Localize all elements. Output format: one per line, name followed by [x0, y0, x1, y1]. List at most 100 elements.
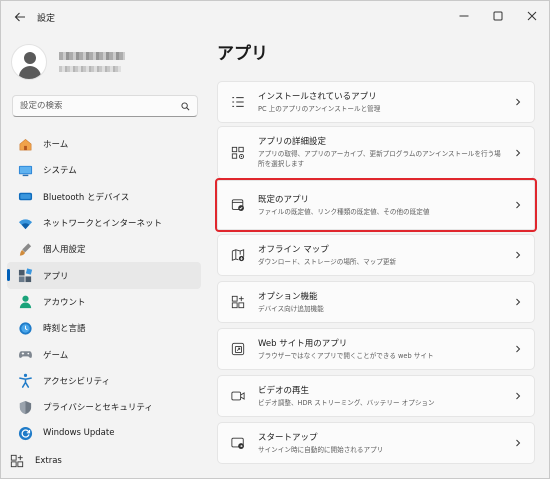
- search-icon: [181, 101, 190, 110]
- back-arrow-icon: [14, 12, 25, 22]
- card-optional-features[interactable]: オプション機能 デバイス向け追加機能: [217, 281, 535, 323]
- minimize-icon: [459, 15, 469, 17]
- chevron-right-icon: [506, 392, 530, 400]
- time-language-icon: [17, 320, 33, 336]
- installed-apps-icon: [230, 94, 246, 110]
- page-title: アプリ: [217, 44, 268, 64]
- card-default-apps[interactable]: 既定のアプリ ファイルの既定値、リンク種類の既定値、その他の既定値: [215, 178, 537, 232]
- chevron-right-icon: [506, 149, 530, 157]
- sidebar-item-privacy-security[interactable]: プライバシーとセキュリティ: [7, 394, 201, 420]
- sidebar-item-label: ゲーム: [43, 350, 69, 361]
- sidebar-item-windows-update[interactable]: Windows Update: [7, 420, 201, 446]
- sidebar-item-time-language[interactable]: 時刻と言語: [7, 315, 201, 341]
- sidebar-item-personalization[interactable]: 個人用設定: [7, 236, 201, 262]
- sidebar-item-label: アカウント: [43, 297, 86, 308]
- apps-for-websites-icon: [230, 341, 246, 357]
- chevron-right-icon: [506, 201, 530, 209]
- bluetooth-icon: [17, 189, 33, 205]
- active-indicator: [7, 269, 10, 282]
- card-title: インストールされているアプリ: [258, 91, 377, 102]
- card-subtitle: アプリの取得、アプリのアーカイブ、更新プログラムのアンインストールを行う場所を選…: [258, 150, 501, 168]
- user-name-blurred: [59, 52, 125, 60]
- sidebar-item-label: ネットワークとインターネット: [43, 219, 163, 230]
- user-profile[interactable]: [11, 41, 201, 83]
- settings-search[interactable]: [12, 95, 198, 117]
- privacy-icon: [17, 399, 33, 415]
- card-startup[interactable]: スタートアップ サインイン時に自動的に開始されるアプリ: [217, 422, 535, 464]
- maximize-button[interactable]: [481, 1, 515, 31]
- card-subtitle: ビデオ調整、HDR ストリーミング、バッテリー オプション: [258, 398, 435, 407]
- sidebar-item-label: システム: [43, 166, 77, 177]
- maximize-icon: [493, 11, 503, 21]
- advanced-app-settings-icon: [230, 145, 246, 161]
- card-installed-apps[interactable]: インストールされているアプリ PC 上のアプリのアンインストールと管理: [217, 81, 535, 123]
- chevron-right-icon: [506, 251, 530, 259]
- video-playback-icon: [230, 388, 246, 404]
- close-button[interactable]: [515, 1, 549, 31]
- avatar: [11, 44, 47, 80]
- system-icon: [17, 162, 33, 178]
- title-bar: 設定: [1, 1, 549, 33]
- minimize-button[interactable]: [447, 1, 481, 31]
- card-video-playback[interactable]: ビデオの再生 ビデオ調整、HDR ストリーミング、バッテリー オプション: [217, 375, 535, 417]
- sidebar-item-home[interactable]: ホーム: [7, 131, 201, 157]
- chevron-right-icon: [506, 98, 530, 106]
- user-email-blurred: [59, 66, 121, 72]
- sidebar-item-network[interactable]: ネットワークとインターネット: [7, 210, 201, 236]
- chevron-right-icon: [506, 439, 530, 447]
- card-subtitle: ダウンロード、ストレージの場所、マップ更新: [258, 257, 397, 266]
- sidebar-item-label: Bluetooth とデバイス: [43, 192, 130, 203]
- offline-maps-icon: [230, 247, 246, 263]
- settings-window: 設定 ホーム: [0, 0, 550, 479]
- card-apps-for-websites[interactable]: Web サイト用のアプリ ブラウザーではなくアプリで開くことができる web サ…: [217, 328, 535, 370]
- sidebar-item-account[interactable]: アカウント: [7, 289, 201, 315]
- sidebar-item-gaming[interactable]: ゲーム: [7, 341, 201, 367]
- card-subtitle: デバイス向け追加機能: [258, 304, 324, 313]
- apps-icon: [17, 268, 33, 284]
- sidebar-item-label: 時刻と言語: [43, 324, 86, 335]
- card-offline-maps[interactable]: オフライン マップ ダウンロード、ストレージの場所、マップ更新: [217, 234, 535, 276]
- card-subtitle: サインイン時に自動的に開始されるアプリ: [258, 445, 384, 454]
- sidebar-nav: ホーム システム Bluetooth とデバイス ネットワークとインターネット …: [7, 131, 201, 447]
- window-title: 設定: [37, 13, 56, 24]
- card-title: アプリの詳細設定: [258, 137, 327, 147]
- chevron-right-icon: [506, 345, 530, 353]
- card-title: スタートアップ: [258, 432, 318, 443]
- sidebar-item-apps[interactable]: アプリ: [7, 262, 201, 289]
- back-button[interactable]: [5, 3, 35, 31]
- extras-icon: [9, 453, 25, 469]
- extras-item[interactable]: Extras: [9, 453, 62, 469]
- personalization-icon: [17, 241, 33, 257]
- card-title: 既定のアプリ: [258, 194, 310, 205]
- search-input[interactable]: [20, 101, 181, 111]
- sidebar-item-system[interactable]: システム: [7, 157, 201, 183]
- sidebar-item-label: 個人用設定: [43, 245, 86, 256]
- window-controls: [447, 1, 549, 31]
- sidebar-item-label: ホーム: [43, 140, 69, 151]
- card-title: オフライン マップ: [258, 244, 329, 255]
- gaming-icon: [17, 347, 33, 363]
- sidebar-item-bluetooth[interactable]: Bluetooth とデバイス: [7, 184, 201, 210]
- home-icon: [17, 136, 33, 152]
- chevron-right-icon: [506, 298, 530, 306]
- default-apps-icon: [230, 197, 246, 213]
- user-info-blurred: [59, 52, 125, 72]
- card-title: Web サイト用のアプリ: [258, 338, 348, 349]
- card-advanced-app-settings[interactable]: アプリの詳細設定 アプリの取得、アプリのアーカイブ、更新プログラムのアンインスト…: [217, 126, 535, 179]
- card-subtitle: ブラウザーではなくアプリで開くことができる web サイト: [258, 351, 434, 360]
- network-icon: [17, 215, 33, 231]
- sidebar-item-label: Windows Update: [43, 428, 115, 439]
- sidebar-item-label: アプリ: [43, 271, 69, 282]
- startup-icon: [230, 435, 246, 451]
- card-subtitle: ファイルの既定値、リンク種類の既定値、その他の既定値: [258, 207, 430, 216]
- sidebar-item-accessibility[interactable]: アクセシビリティ: [7, 368, 201, 394]
- sidebar-item-label: アクセシビリティ: [43, 376, 111, 387]
- account-icon: [17, 294, 33, 310]
- card-title: ビデオの再生: [258, 385, 310, 396]
- sidebar-item-label: プライバシーとセキュリティ: [43, 403, 153, 414]
- extras-label: Extras: [35, 456, 62, 466]
- accessibility-icon: [17, 373, 33, 389]
- optional-features-icon: [230, 294, 246, 310]
- card-subtitle: PC 上のアプリのアンインストールと管理: [258, 104, 381, 113]
- close-icon: [527, 11, 537, 21]
